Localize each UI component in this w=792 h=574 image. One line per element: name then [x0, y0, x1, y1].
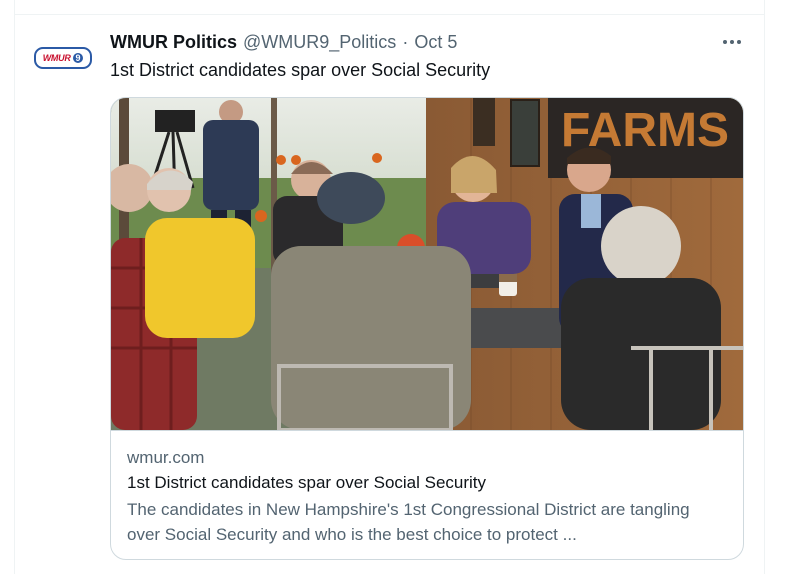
tweet-date[interactable]: Oct 5	[414, 32, 457, 53]
avatar[interactable]: WMUR 9	[34, 40, 92, 76]
card-domain: wmur.com	[127, 448, 205, 467]
logo-badge: 9	[72, 53, 84, 63]
card-description: The candidates in New Hampshire's 1st Co…	[127, 500, 690, 544]
author-handle[interactable]: @WMUR9_Politics	[243, 32, 396, 53]
more-options-button[interactable]	[718, 30, 746, 54]
card-image: FARMS	[111, 98, 743, 430]
timeline-border-left	[14, 0, 15, 574]
more-horizontal-icon	[730, 40, 734, 44]
author-name[interactable]: WMUR Politics	[110, 32, 237, 53]
tweet-text: 1st District candidates spar over Social…	[110, 60, 491, 80]
card-title: 1st District candidates spar over Social…	[127, 473, 487, 492]
more-horizontal-icon	[737, 40, 741, 44]
more-horizontal-icon	[723, 40, 727, 44]
tweet-divider	[14, 14, 765, 15]
logo-text: WMUR	[42, 53, 71, 63]
wmur-logo: WMUR 9	[34, 47, 92, 69]
card-divider	[111, 430, 743, 431]
header-separator: ·	[402, 32, 409, 52]
tweet-header: WMUR Politics @WMUR9_Politics · Oct 5	[110, 32, 457, 54]
link-preview-card[interactable]: FARMS wmur.com 1st District candidates s…	[110, 97, 744, 560]
timeline-border-right	[764, 0, 765, 574]
